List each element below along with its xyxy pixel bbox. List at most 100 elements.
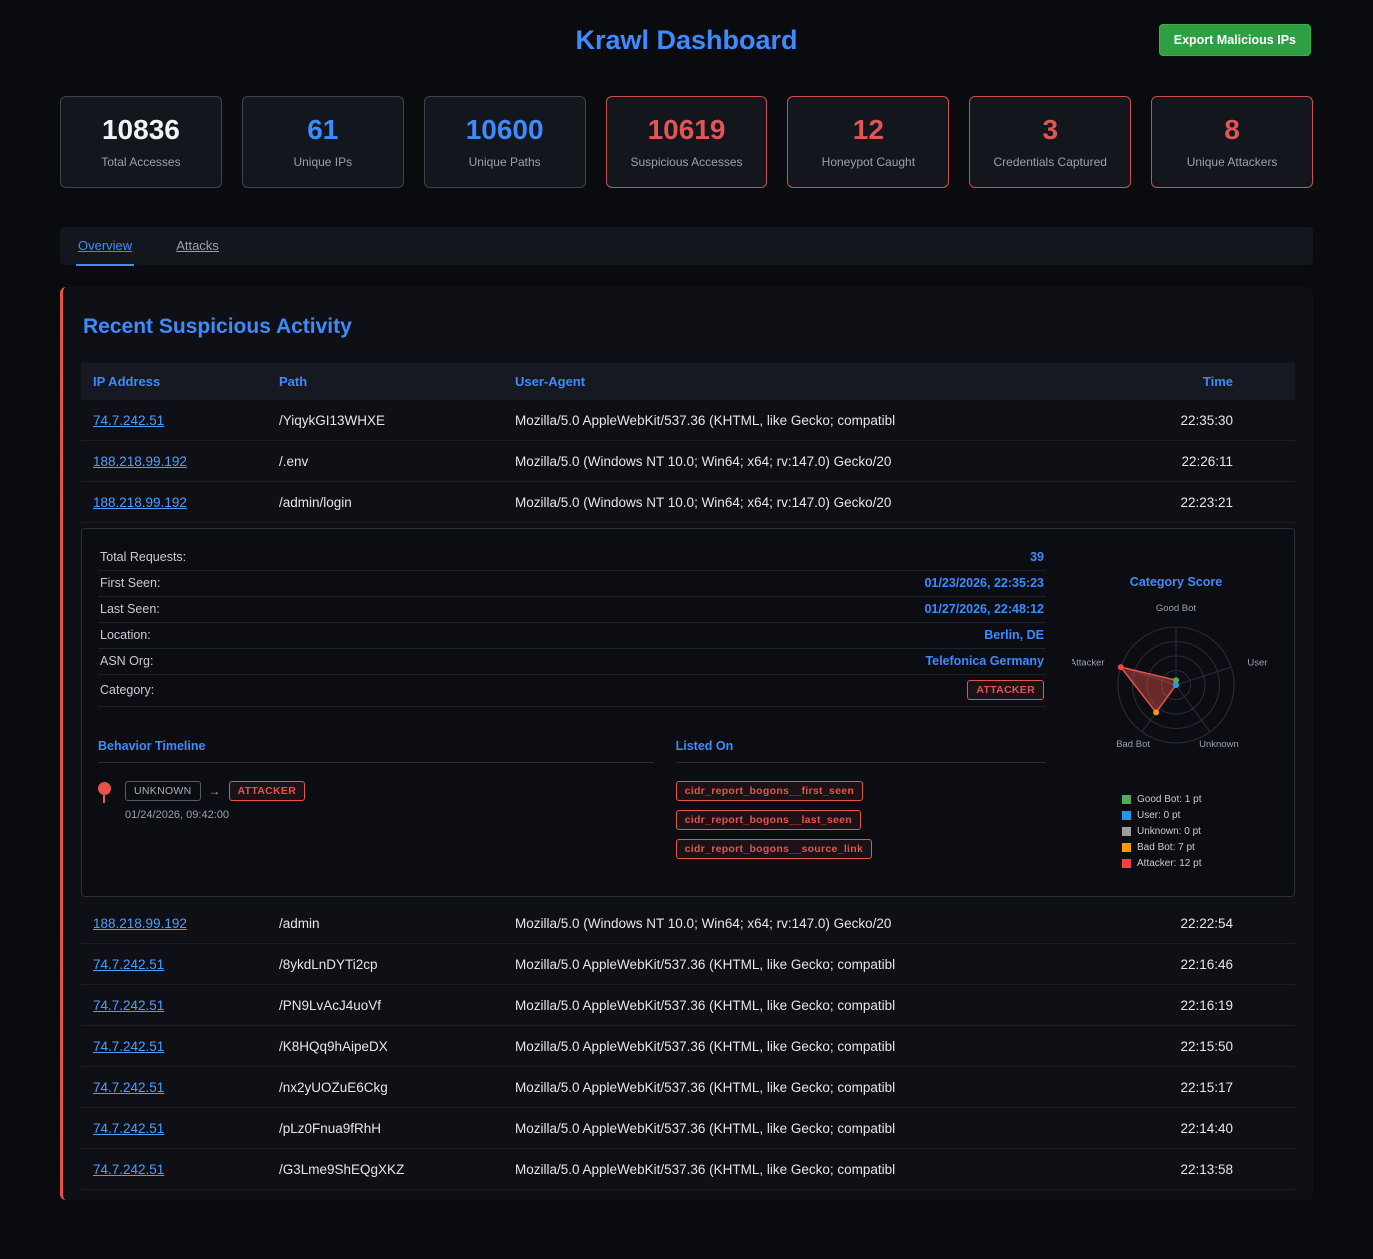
category-label: Category: (100, 683, 154, 697)
stat-label: Credentials Captured (976, 155, 1124, 169)
stat-card-credentials-captured: 3 Credentials Captured (969, 96, 1131, 188)
table-row[interactable]: 188.218.99.192 /.envMozilla/5.0 (Windows … (81, 441, 1295, 482)
listed-on-section: Listed On cidr_report_bogons__first_seen… (676, 739, 1046, 859)
ip-link[interactable]: 188.218.99.192 (93, 916, 187, 931)
column-header-path: Path (279, 374, 515, 389)
field-value: Telefonica Germany (925, 654, 1044, 668)
column-header-user-agent: User-Agent (515, 374, 1133, 389)
path-cell: /YiqykGI13WHXE (279, 413, 515, 428)
path-cell: /.env (279, 454, 515, 469)
detail-field-first-seen-: First Seen:01/23/2026, 22:35:23 (98, 571, 1046, 597)
user-agent-cell: Mozilla/5.0 AppleWebKit/537.36 (KHTML, l… (515, 1121, 1133, 1136)
column-header-time: Time (1133, 374, 1283, 389)
legend-label: Bad Bot: 7 pt (1137, 842, 1195, 853)
time-cell: 22:15:50 (1133, 1039, 1283, 1054)
time-cell: 22:22:54 (1133, 916, 1283, 931)
detail-field-last-seen-: Last Seen:01/27/2026, 22:48:12 (98, 597, 1046, 623)
detail-field-category: Category: ATTACKER (98, 675, 1046, 707)
panel-title: Recent Suspicious Activity (83, 315, 1295, 339)
radar-legend: Good Bot: 1 ptUser: 0 ptUnknown: 0 ptBad… (1122, 794, 1280, 869)
ip-link[interactable]: 74.7.242.51 (93, 1121, 164, 1136)
legend-item: Bad Bot: 7 pt (1122, 842, 1280, 853)
category-badge: ATTACKER (967, 680, 1044, 700)
ip-link[interactable]: 74.7.242.51 (93, 957, 164, 972)
field-value: 01/27/2026, 22:48:12 (924, 602, 1044, 616)
table-row[interactable]: 74.7.242.51/YiqykGI13WHXEMozilla/5.0 App… (81, 400, 1295, 441)
legend-label: Attacker: 12 pt (1137, 858, 1201, 869)
table-row[interactable]: 188.218.99.192/admin/loginMozilla/5.0 (W… (81, 482, 1295, 523)
table-row[interactable]: 74.7.242.51/PN9LvAcJ4uoVfMozilla/5.0 App… (81, 985, 1295, 1026)
legend-swatch-icon (1122, 811, 1131, 820)
detail-field-asn-org-: ASN Org: Telefonica Germany (98, 649, 1046, 675)
path-cell: /pLz0Fnua9fRhH (279, 1121, 515, 1136)
tab-attacks[interactable]: Attacks (174, 227, 221, 266)
detail-field-total-requests-: Total Requests: 39 (98, 545, 1046, 571)
category-score-radar-chart: Good BotUserUnknownBad BotAttacker (1072, 589, 1280, 779)
tab-overview[interactable]: Overview (76, 227, 134, 266)
svg-text:Good Bot: Good Bot (1156, 603, 1196, 614)
timeline-pin-icon (98, 781, 112, 821)
legend-label: Good Bot: 1 pt (1137, 794, 1202, 805)
ip-link[interactable]: 74.7.242.51 (93, 1039, 164, 1054)
table-row[interactable]: 188.218.99.192/adminMozilla/5.0 (Windows… (81, 903, 1295, 944)
field-value: 01/23/2026, 22:35:23 (924, 576, 1044, 590)
field-value: 39 (1030, 550, 1044, 564)
user-agent-cell: Mozilla/5.0 AppleWebKit/537.36 (KHTML, l… (515, 957, 1133, 972)
table-row[interactable]: 74.7.242.51/G3Lme9ShEQgXKZMozilla/5.0 Ap… (81, 1149, 1295, 1190)
behavior-timeline-section: Behavior Timeline UNKNOWN → ATTACKER (98, 739, 654, 859)
field-label: ASN Org: (100, 654, 154, 668)
ip-link[interactable]: 74.7.242.51 (93, 1080, 164, 1095)
radar-chart-title: Category Score (1072, 575, 1280, 589)
user-agent-cell: Mozilla/5.0 AppleWebKit/537.36 (KHTML, l… (515, 413, 1133, 428)
path-cell: /8ykdLnDYTi2cp (279, 957, 515, 972)
svg-text:User: User (1247, 657, 1267, 668)
listed-on-title: Listed On (676, 739, 1046, 763)
path-cell: /G3Lme9ShEQgXKZ (279, 1162, 515, 1177)
ip-link[interactable]: 188.218.99.192 (93, 454, 187, 469)
timeline-timestamp: 01/24/2026, 09:42:00 (125, 809, 305, 821)
listed-on-badge[interactable]: cidr_report_bogons__first_seen (676, 781, 863, 801)
ip-detail-panel: Total Requests: 39 First Seen:01/23/2026, … (81, 528, 1295, 897)
suspicious-activity-panel: Recent Suspicious Activity IP AddressPat… (60, 287, 1313, 1200)
field-label: Total Requests: (100, 550, 186, 564)
legend-swatch-icon (1122, 795, 1131, 804)
stat-card-unique-attackers: 8Unique Attackers (1151, 96, 1313, 188)
time-cell: 22:14:40 (1133, 1121, 1283, 1136)
stat-value: 10836 (67, 114, 215, 146)
detail-field-location-: Location:Berlin, DE (98, 623, 1046, 649)
ip-link[interactable]: 74.7.242.51 (93, 998, 164, 1013)
table-row[interactable]: 74.7.242.51/K8HQq9hAipeDXMozilla/5.0 App… (81, 1026, 1295, 1067)
user-agent-cell: Mozilla/5.0 (Windows NT 10.0; Win64; x64… (515, 495, 1133, 510)
table-row[interactable]: 74.7.242.51/pLz0Fnua9fRhHMozilla/5.0 App… (81, 1108, 1295, 1149)
field-label: Location: (100, 628, 151, 642)
stat-label: Honeypot Caught (794, 155, 942, 169)
legend-swatch-icon (1122, 859, 1131, 868)
legend-swatch-icon (1122, 843, 1131, 852)
stat-value: 8 (1158, 114, 1306, 146)
ip-link[interactable]: 74.7.242.51 (93, 413, 164, 428)
stat-value: 3 (976, 114, 1124, 146)
ip-link[interactable]: 188.218.99.192 (93, 495, 187, 510)
table-row[interactable]: 74.7.242.51/nx2yUOZuE6CkgMozilla/5.0 App… (81, 1067, 1295, 1108)
stat-card-total-accesses: 10836Total Accesses (60, 96, 222, 188)
listed-on-badge[interactable]: cidr_report_bogons__source_link (676, 839, 873, 859)
user-agent-cell: Mozilla/5.0 AppleWebKit/537.36 (KHTML, l… (515, 1039, 1133, 1054)
arrow-right-icon: → (209, 784, 221, 798)
detail-fields: Total Requests: 39 First Seen:01/23/2026, … (98, 545, 1046, 675)
user-agent-cell: Mozilla/5.0 (Windows NT 10.0; Win64; x64… (515, 454, 1133, 469)
stat-card-honeypot-caught: 12Honeypot Caught (787, 96, 949, 188)
path-cell: /nx2yUOZuE6Ckg (279, 1080, 515, 1095)
ip-link[interactable]: 74.7.242.51 (93, 1162, 164, 1177)
table-row[interactable]: 74.7.242.51/8ykdLnDYTi2cpMozilla/5.0 App… (81, 944, 1295, 985)
time-cell: 22:16:46 (1133, 957, 1283, 972)
legend-item: Good Bot: 1 pt (1122, 794, 1280, 805)
path-cell: /admin/login (279, 495, 515, 510)
time-cell: 22:16:19 (1133, 998, 1283, 1013)
column-header-ip-address: IP Address (93, 374, 279, 389)
listed-on-badge[interactable]: cidr_report_bogons__last_seen (676, 810, 861, 830)
stat-value: 61 (249, 114, 397, 146)
export-malicious-ips-button[interactable]: Export Malicious IPs (1159, 24, 1311, 56)
svg-text:Unknown: Unknown (1199, 739, 1239, 750)
time-cell: 22:23:21 (1133, 495, 1283, 510)
time-cell: 22:35:30 (1133, 413, 1283, 428)
